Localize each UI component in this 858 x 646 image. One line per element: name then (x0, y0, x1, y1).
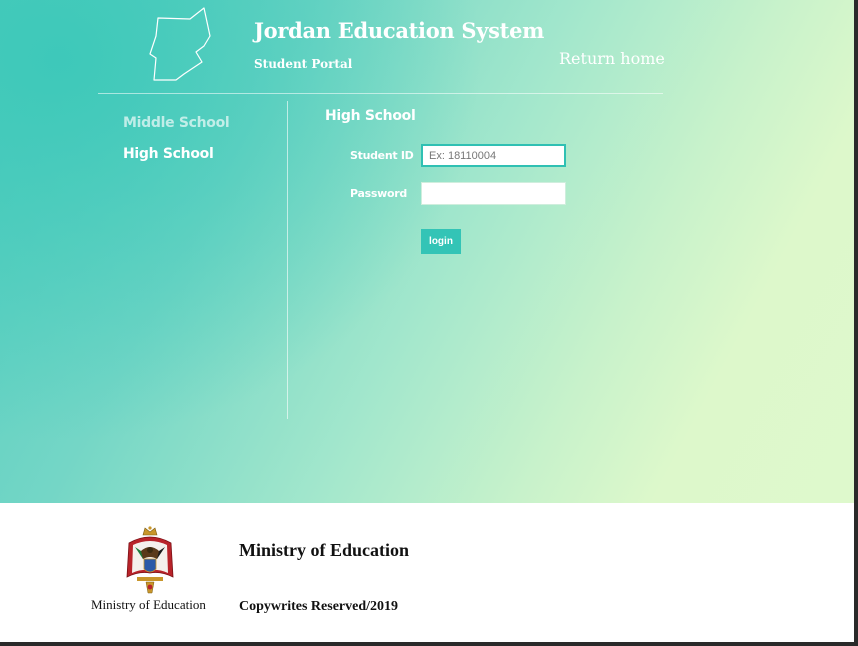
sidebar-item-middle-school[interactable]: Middle School (123, 115, 230, 131)
return-home-link[interactable]: Return home (559, 49, 665, 68)
footer: Ministry of Education Ministry of Educat… (0, 503, 854, 642)
header-divider (98, 93, 663, 94)
emblem-caption: Ministry of Education (91, 597, 206, 612)
sidebar-divider (287, 101, 288, 419)
login-button[interactable]: login (421, 229, 461, 254)
student-id-label: Student ID (350, 149, 414, 162)
hero-section: Jordan Education System Student Portal R… (0, 0, 854, 503)
copyright-text: Copywrites Reserved/2019 (239, 599, 399, 614)
jordan-map-outline-icon (149, 7, 211, 81)
password-label: Password (350, 187, 407, 200)
coat-of-arms-icon (126, 526, 174, 594)
ministry-name: Ministry of Education (239, 540, 410, 560)
app-window: Jordan Education System Student Portal R… (0, 0, 854, 642)
password-input[interactable] (421, 182, 566, 205)
site-subtitle: Student Portal (254, 57, 353, 71)
sidebar-item-high-school[interactable]: High School (123, 146, 214, 162)
site-title: Jordan Education System (254, 18, 545, 43)
student-id-input[interactable] (421, 144, 566, 167)
form-title: High School (325, 108, 416, 124)
